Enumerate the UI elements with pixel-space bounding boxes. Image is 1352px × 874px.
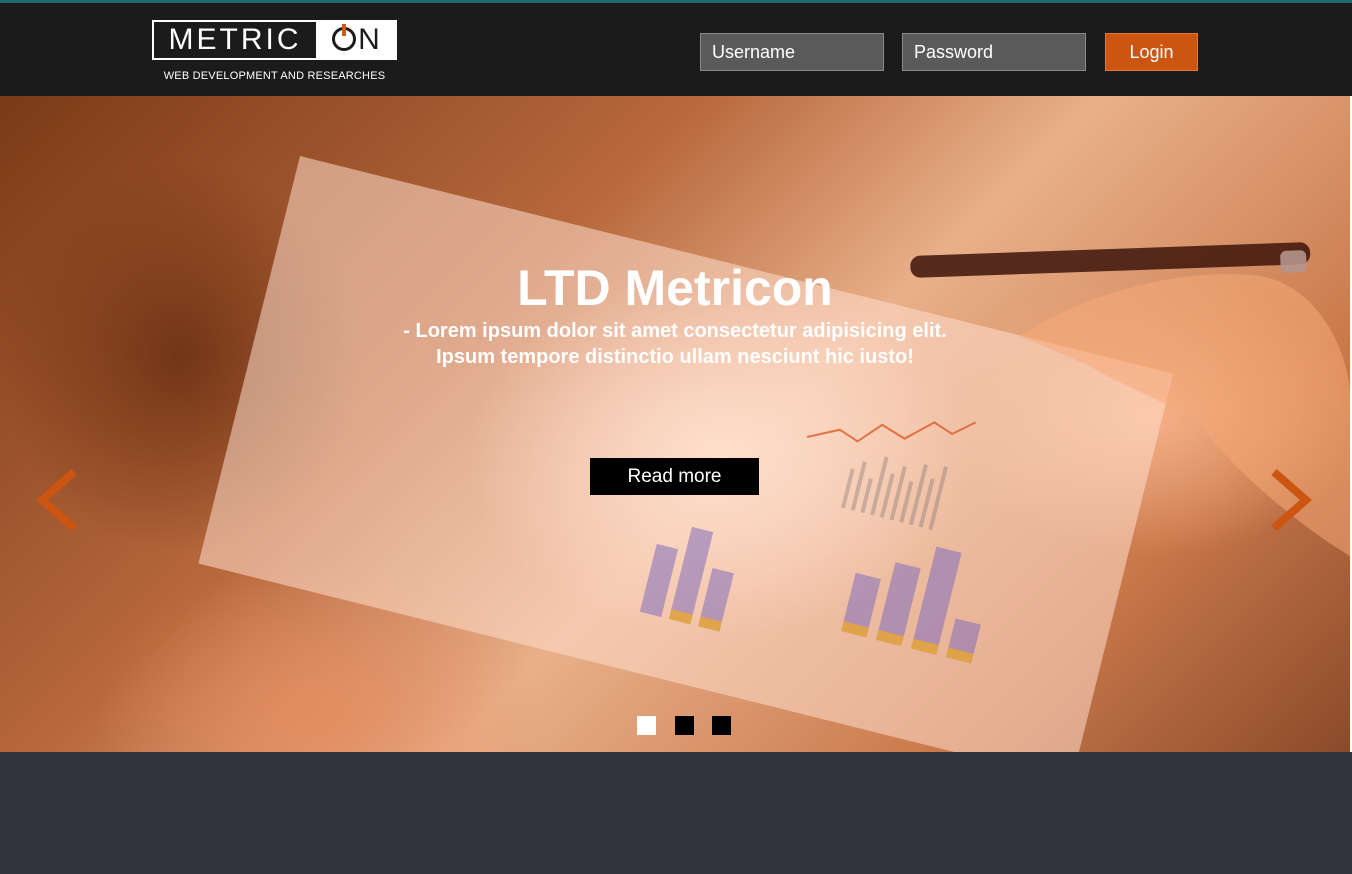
hand-with-pen-graphic bbox=[910, 242, 1350, 556]
slide-dot-1[interactable] bbox=[637, 716, 656, 735]
power-icon bbox=[332, 24, 357, 51]
username-input[interactable] bbox=[700, 33, 884, 71]
logo-tagline: WEB DEVELOPMENT AND RESEARCHES bbox=[163, 70, 386, 82]
read-more-button[interactable]: Read more bbox=[590, 458, 759, 495]
logo-text-right: N bbox=[318, 20, 397, 60]
login-button[interactable]: Login bbox=[1105, 33, 1198, 71]
content-section bbox=[0, 752, 1352, 874]
hero-slider: LTD Metricon - Lorem ipsum dolor sit ame… bbox=[0, 96, 1350, 752]
slider-pagination bbox=[637, 716, 737, 736]
password-input[interactable] bbox=[902, 33, 1086, 71]
logo-letter-n: N bbox=[358, 23, 383, 56]
slide-dot-2[interactable] bbox=[675, 716, 694, 735]
chevron-left-icon[interactable] bbox=[34, 468, 78, 532]
hero-subtitle: - Lorem ipsum dolor sit amet consectetur… bbox=[403, 320, 947, 368]
site-header: METRIC N WEB DEVELOPMENT AND RESEARCHES … bbox=[0, 3, 1352, 96]
chevron-right-icon[interactable] bbox=[1270, 468, 1314, 532]
logo[interactable]: METRIC N bbox=[150, 18, 399, 62]
hero-title: LTD Metricon bbox=[517, 260, 833, 316]
slide-dot-3[interactable] bbox=[712, 716, 731, 735]
logo-text-left: METRIC bbox=[152, 20, 318, 60]
